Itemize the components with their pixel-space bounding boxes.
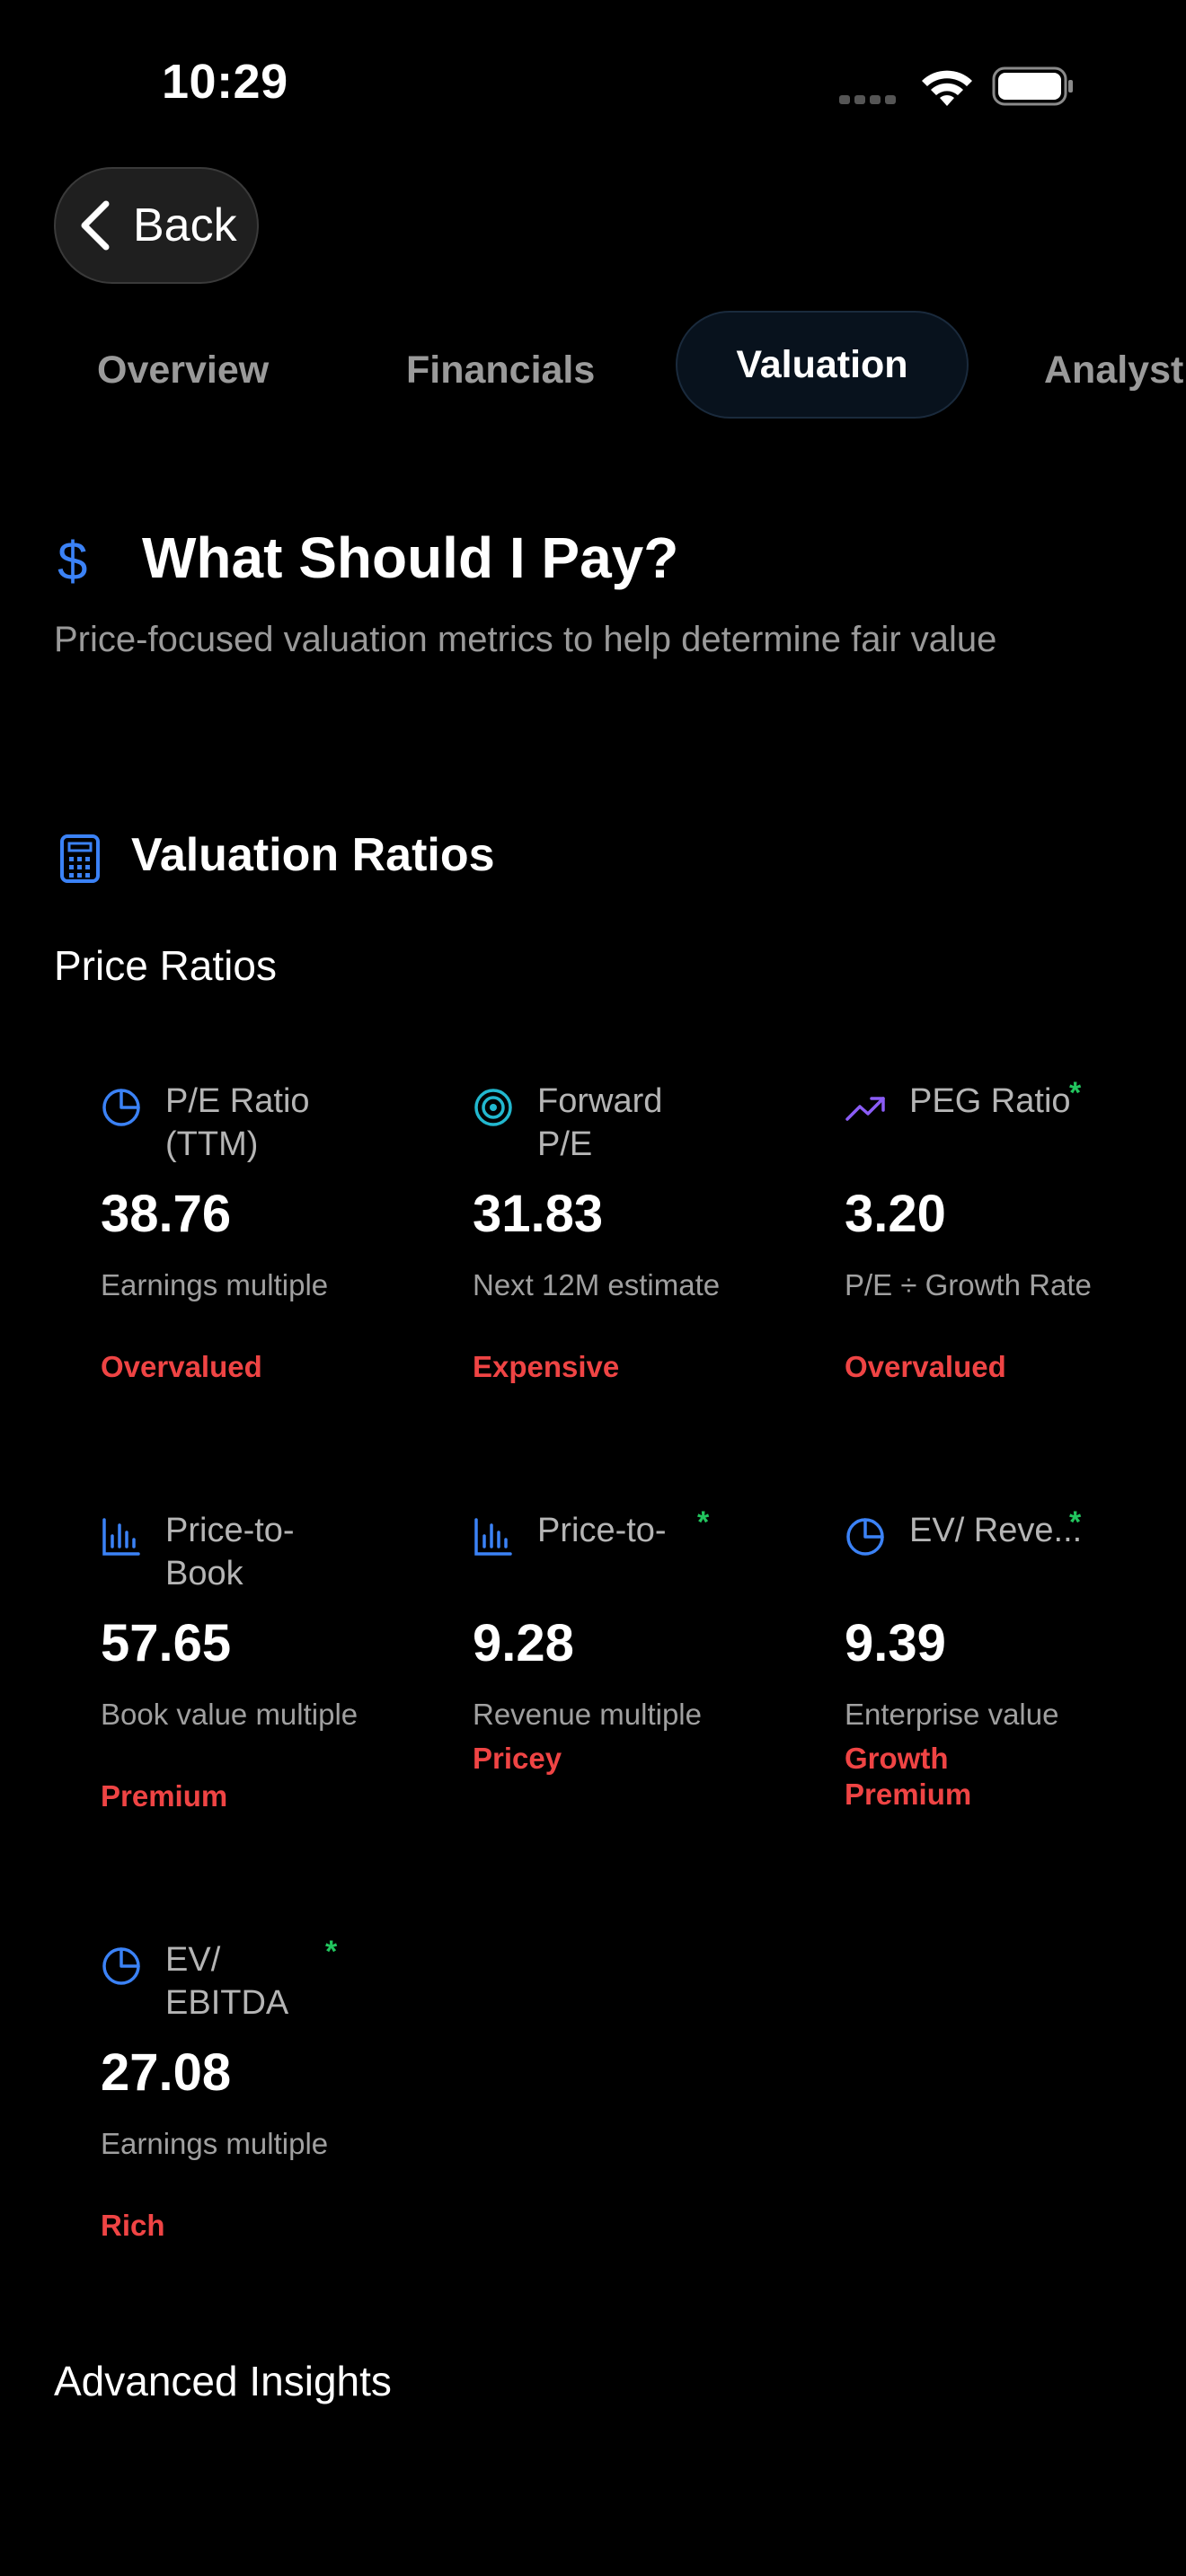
metric-value: 27.08	[101, 2043, 232, 2102]
metric-description: P/E ÷ Growth Rate	[845, 1268, 1092, 1301]
metric-status: Overvalued	[101, 1350, 262, 1383]
highlight-star: *	[1069, 1505, 1082, 1539]
group-title: Price Ratios	[54, 942, 277, 989]
dollar-icon: $	[58, 531, 88, 591]
metric-value: 31.83	[473, 1185, 604, 1243]
wifi-icon	[922, 70, 972, 106]
metric-title: EV/ Reve...	[909, 1512, 1083, 1549]
battery-icon	[992, 66, 1073, 106]
metric-title: Price-to-Book	[165, 1512, 295, 1592]
page-subtitle: Price-focused valuation metrics to help …	[54, 620, 997, 659]
bar-chart-icon	[474, 1518, 512, 1556]
tab-valuation[interactable]: Valuation	[676, 311, 969, 419]
metric-title: PEG Ratio	[909, 1082, 1071, 1120]
metric-title: P/E Ratio (TTM)	[165, 1082, 310, 1163]
pie-chart-icon	[102, 1947, 140, 1985]
metric-description: Next 12M estimate	[473, 1268, 721, 1301]
metric-status: Growth Premium	[845, 1742, 972, 1811]
metric-description: Earnings multiple	[101, 2127, 329, 2160]
metric-status: Premium	[101, 1779, 228, 1813]
back-button-label: Back	[133, 199, 237, 251]
tab-valuation-label: Valuation	[736, 342, 908, 386]
metric-status: Overvalued	[845, 1350, 1006, 1383]
metric-status: Expensive	[473, 1350, 620, 1383]
tab-financials[interactable]: Financials	[406, 341, 595, 399]
metric-description: Revenue multiple	[473, 1698, 702, 1731]
pie-chart-icon	[102, 1089, 140, 1126]
metric-value: 38.76	[101, 1185, 232, 1243]
cellular-signal-icon	[839, 93, 900, 104]
advanced-insights-title: Advanced Insights	[54, 2358, 392, 2404]
metric-description: Book value multiple	[101, 1698, 358, 1731]
metric-value: 9.28	[473, 1614, 574, 1672]
tab-analyst[interactable]: Analyst	[1044, 341, 1183, 399]
status-time: 10:29	[162, 55, 288, 109]
metric-value: 57.65	[101, 1614, 232, 1672]
chevron-left-icon	[81, 200, 110, 251]
target-icon	[474, 1089, 512, 1126]
metric-description: Earnings multiple	[101, 1268, 329, 1301]
metric-value: 9.39	[845, 1614, 946, 1672]
calculator-icon	[60, 834, 100, 883]
trending-up-icon	[845, 1097, 885, 1121]
metric-status: Rich	[101, 2209, 165, 2242]
metric-title: EV/ EBITDA	[165, 1941, 289, 2022]
highlight-star: *	[697, 1505, 710, 1539]
metric-description: Enterprise value	[845, 1698, 1059, 1731]
section-title: Valuation Ratios	[131, 829, 495, 881]
page-title: What Should I Pay?	[142, 525, 679, 590]
highlight-star: *	[1069, 1076, 1082, 1110]
metric-value: 3.20	[845, 1185, 946, 1243]
metric-status: Pricey	[473, 1742, 562, 1775]
bar-chart-icon	[102, 1518, 140, 1556]
metric-title: Price-to-	[537, 1512, 667, 1549]
back-button[interactable]: Back	[54, 167, 259, 284]
pie-chart-icon	[846, 1518, 884, 1556]
tab-overview[interactable]: Overview	[97, 341, 269, 399]
metric-title: Forward P/E	[537, 1082, 663, 1163]
highlight-star: *	[325, 1935, 338, 1969]
